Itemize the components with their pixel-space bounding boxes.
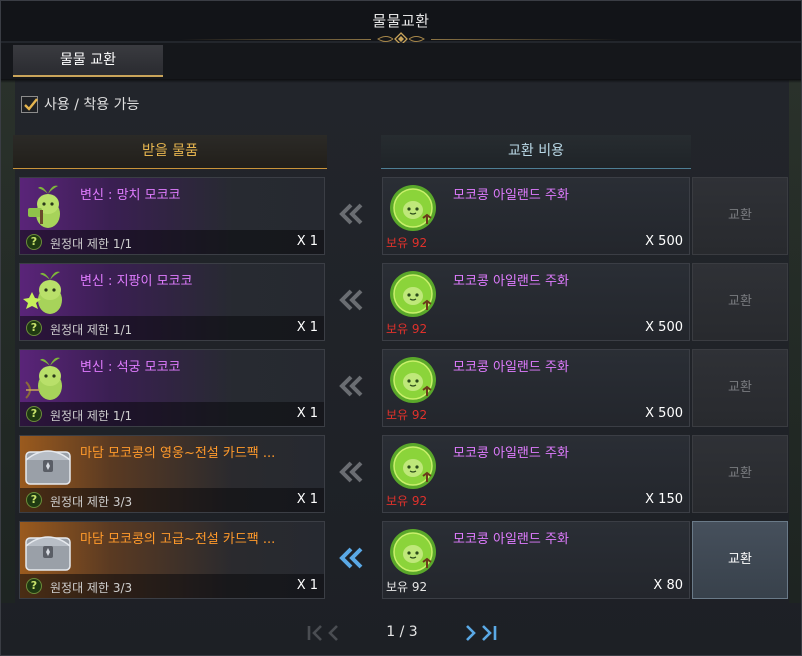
receive-item-footer: ? 원정대 제한 1/1 X 1 <box>20 230 324 254</box>
prev-page-icon[interactable] <box>323 623 345 643</box>
receive-item-name: 마담 모코콩의 영웅~전설 카드팩 ... <box>80 446 276 461</box>
owned-amount: 보유 92 <box>386 494 428 508</box>
cost-item-footer: 보유 92 X 500 <box>383 402 689 426</box>
exchange-button[interactable]: 교환 <box>692 521 788 599</box>
exchange-direction-arrow-icon <box>339 461 363 483</box>
owned-amount: 보유 92 <box>386 580 428 594</box>
barter-window: 물물교환 물물 교환 사용 / 착용 가능 받을 물품 교환 비용 변신: 망… <box>0 0 802 656</box>
receive-quantity: X 1 <box>296 406 318 421</box>
mokoko-staff-icon <box>23 271 62 314</box>
receive-item-name: 변신 : 지팡이 모코코 <box>80 274 193 289</box>
exchange-button[interactable]: 교환 <box>692 349 788 427</box>
exchange-button[interactable]: 교환 <box>692 435 788 513</box>
pagination: 1 / 3 <box>1 621 801 645</box>
cost-quantity: X 500 <box>645 234 683 249</box>
roster-limit-text: 원정대 제한 1/1 <box>50 409 133 423</box>
card-pack-chest-icon <box>25 536 71 571</box>
help-icon[interactable]: ? <box>26 234 42 250</box>
receive-item-card[interactable]: 마담 모코콩의 영웅~전설 카드팩 ... ? 원정대 제한 3/3 X 1 <box>19 435 325 513</box>
receive-item-footer: ? 원정대 제한 3/3 X 1 <box>20 488 324 512</box>
receive-item-card[interactable]: 마담 모코콩의 고급~전설 카드팩 ... ? 원정대 제한 3/3 X 1 <box>19 521 325 599</box>
page-indicator: 1 / 3 <box>386 624 418 640</box>
exchange-direction-arrow-active-icon <box>339 547 363 569</box>
receive-item-card[interactable]: 변신 : 석궁 모코코 ? 원정대 제한 1/1 X 1 <box>19 349 325 427</box>
receive-column-header: 받을 물품 <box>13 135 327 169</box>
receive-quantity: X 1 <box>296 234 318 249</box>
receive-item-name: 마담 모코콩의 고급~전설 카드팩 ... <box>80 532 276 547</box>
checkmark-icon <box>24 97 38 111</box>
roster-limit-text: 원정대 제한 3/3 <box>50 495 133 509</box>
help-icon[interactable]: ? <box>26 578 42 594</box>
title-divider-right <box>431 39 621 40</box>
mokokong-coin-icon <box>390 271 436 317</box>
roster-limit-text: 원정대 제한 1/1 <box>50 237 133 251</box>
owned-amount: 보유 92 <box>386 236 428 250</box>
receive-item-footer: ? 원정대 제한 1/1 X 1 <box>20 402 324 426</box>
cost-item-card[interactable]: 모코콩 아일랜드 주화 보유 92 X 80 <box>382 521 690 599</box>
exchange-row: 변신 : 지팡이 모코코 ? 원정대 제한 1/1 X 1 모코콩 아일랜드 주… <box>1 263 801 343</box>
receive-quantity: X 1 <box>296 320 318 335</box>
last-page-icon[interactable] <box>477 623 499 643</box>
mokoko-hammer-icon <box>28 185 60 228</box>
exchange-row: 마담 모코콩의 고급~전설 카드팩 ... ? 원정대 제한 3/3 X 1 모… <box>1 521 801 601</box>
receive-item-name: 변신 : 망치 모코코 <box>80 188 181 203</box>
window-title: 물물교환 <box>372 12 430 30</box>
mokokong-coin-icon <box>390 529 436 575</box>
receive-item-name: 변신 : 석궁 모코코 <box>80 360 181 375</box>
title-bar: 물물교환 <box>1 1 801 46</box>
cost-item-footer: 보유 92 X 500 <box>383 230 689 254</box>
exchange-direction-arrow-icon <box>339 203 363 225</box>
exchange-button[interactable]: 교환 <box>692 177 788 255</box>
cost-item-name: 모코콩 아일랜드 주화 <box>453 446 569 461</box>
cost-quantity: X 80 <box>653 578 683 593</box>
mokokong-coin-icon <box>390 185 436 231</box>
help-icon[interactable]: ? <box>26 492 42 508</box>
help-icon[interactable]: ? <box>26 406 42 422</box>
title-divider-left <box>181 39 371 40</box>
exchange-row: 변신 : 석궁 모코코 ? 원정대 제한 1/1 X 1 모코콩 아일랜드 주화… <box>1 349 801 429</box>
cost-item-card[interactable]: 모코콩 아일랜드 주화 보유 92 X 500 <box>382 263 690 341</box>
exchange-direction-arrow-icon <box>339 375 363 397</box>
owned-amount: 보유 92 <box>386 322 428 336</box>
cost-item-name: 모코콩 아일랜드 주화 <box>453 188 569 203</box>
receive-quantity: X 1 <box>296 492 318 507</box>
receive-item-footer: ? 원정대 제한 3/3 X 1 <box>20 574 324 598</box>
mokokong-coin-icon <box>390 443 436 489</box>
receive-item-card[interactable]: 변신 : 지팡이 모코코 ? 원정대 제한 1/1 X 1 <box>19 263 325 341</box>
tab-barter[interactable]: 물물 교환 <box>13 45 163 77</box>
cost-item-card[interactable]: 모코콩 아일랜드 주화 보유 92 X 500 <box>382 349 690 427</box>
owned-amount: 보유 92 <box>386 408 428 422</box>
tab-bar-shadow <box>1 79 801 83</box>
cost-item-card[interactable]: 모코콩 아일랜드 주화 보유 92 X 500 <box>382 177 690 255</box>
mokokong-coin-icon <box>390 357 436 403</box>
usable-filter-label: 사용 / 착용 가능 <box>44 97 140 113</box>
cost-column-header: 교환 비용 <box>381 135 691 169</box>
exchange-button[interactable]: 교환 <box>692 263 788 341</box>
receive-quantity: X 1 <box>296 578 318 593</box>
receive-item-footer: ? 원정대 제한 1/1 X 1 <box>20 316 324 340</box>
exchange-direction-arrow-icon <box>339 289 363 311</box>
usable-filter[interactable]: 사용 / 착용 가능 <box>21 94 139 114</box>
cost-item-footer: 보유 92 X 150 <box>383 488 689 512</box>
roster-limit-text: 원정대 제한 3/3 <box>50 581 133 595</box>
cost-item-name: 모코콩 아일랜드 주화 <box>453 532 569 547</box>
help-icon[interactable]: ? <box>26 320 42 336</box>
exchange-row: 마담 모코콩의 영웅~전설 카드팩 ... ? 원정대 제한 3/3 X 1 모… <box>1 435 801 515</box>
cost-item-card[interactable]: 모코콩 아일랜드 주화 보유 92 X 150 <box>382 435 690 513</box>
receive-item-card[interactable]: 변신 : 망치 모코코 ? 원정대 제한 1/1 X 1 <box>19 177 325 255</box>
mokoko-crossbow-icon <box>25 357 62 400</box>
cost-quantity: X 500 <box>645 406 683 421</box>
usable-checkbox[interactable] <box>21 95 38 113</box>
cost-item-footer: 보유 92 X 500 <box>383 316 689 340</box>
cost-quantity: X 500 <box>645 320 683 335</box>
cost-item-name: 모코콩 아일랜드 주화 <box>453 274 569 289</box>
cost-quantity: X 150 <box>645 492 683 507</box>
card-pack-chest-icon <box>25 450 71 485</box>
cost-item-footer: 보유 92 X 80 <box>383 574 689 598</box>
roster-limit-text: 원정대 제한 1/1 <box>50 323 133 337</box>
exchange-row: 변신 : 망치 모코코 ? 원정대 제한 1/1 X 1 모코콩 아일랜드 주화… <box>1 177 801 257</box>
cost-item-name: 모코콩 아일랜드 주화 <box>453 360 569 375</box>
